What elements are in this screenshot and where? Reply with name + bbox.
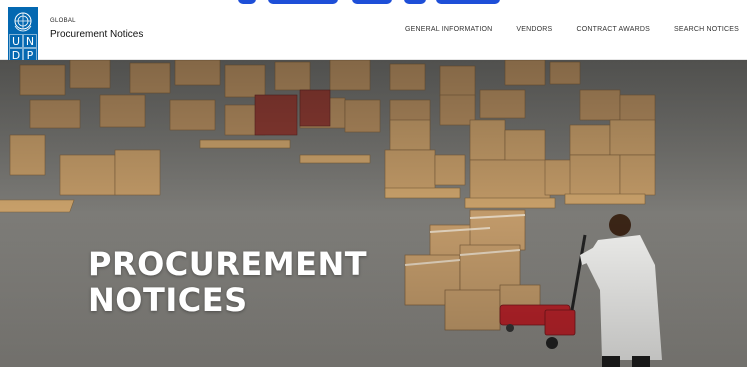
site-title: GLOBAL Procurement Notices [50,18,143,40]
logo-letter: U [9,34,23,48]
nav-general-information[interactable]: GENERAL INFORMATION [405,26,492,33]
nav-search-notices[interactable]: SEARCH NOTICES [674,26,739,33]
site-eyebrow: GLOBAL [50,18,76,24]
site-header: U N D P GLOBAL Procurement Notices GENER… [0,4,747,63]
hero-title: PROCUREMENT NOTICES [88,246,367,318]
hero-title-line-2: NOTICES [88,281,248,319]
logo-letter: N [23,34,37,48]
site-name[interactable]: Procurement Notices [50,29,143,40]
un-emblem-icon [14,12,32,32]
main-nav: GENERAL INFORMATION VENDORS CONTRACT AWA… [405,26,739,33]
nav-vendors[interactable]: VENDORS [516,26,552,33]
hero-banner: PROCUREMENT NOTICES [0,60,747,367]
undp-logo[interactable]: U N D P [8,7,38,63]
hero-title-line-1: PROCUREMENT [88,245,368,283]
warehouse-hero-image [0,60,747,367]
nav-contract-awards[interactable]: CONTRACT AWARDS [576,26,650,33]
